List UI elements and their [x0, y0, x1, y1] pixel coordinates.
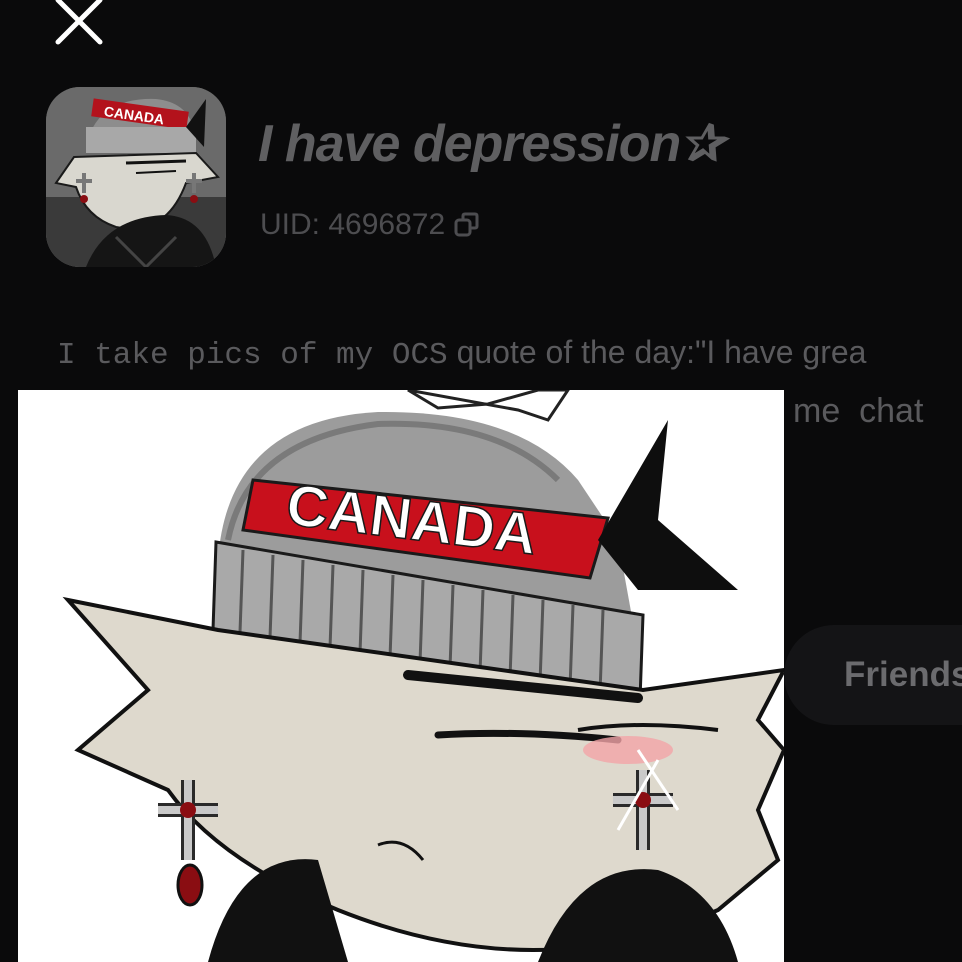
close-button[interactable] — [48, 0, 108, 50]
uid-label: UID: 4696872 — [260, 208, 446, 241]
copy-icon[interactable] — [453, 211, 481, 239]
friends-button-label: Friends — [844, 655, 962, 694]
profile-screen: CANADA I have depression✰ UID: 4696872 I… — [0, 0, 962, 962]
uid-row: UID: 4696872 — [260, 208, 481, 242]
avatar-illustration: CANADA — [46, 87, 226, 267]
post-image[interactable]: CANADA — [18, 390, 784, 962]
post-illustration: CANADA — [18, 390, 784, 962]
bio-text: I take pics of my OCS quote of the day:"… — [57, 334, 962, 373]
bio-part-sans: quote of the day:"I have grea — [447, 334, 867, 370]
bio-part-mono: I take pics of my OCS — [57, 338, 448, 373]
bio-continuation: me chat — [793, 392, 924, 430]
close-icon — [55, 0, 103, 45]
friends-button[interactable]: Friends — [784, 625, 962, 725]
profile-name-text: I have depression — [258, 115, 681, 173]
star-icon: ✰ — [680, 115, 724, 173]
avatar[interactable]: CANADA — [46, 87, 226, 267]
profile-name: I have depression✰ — [258, 114, 724, 174]
